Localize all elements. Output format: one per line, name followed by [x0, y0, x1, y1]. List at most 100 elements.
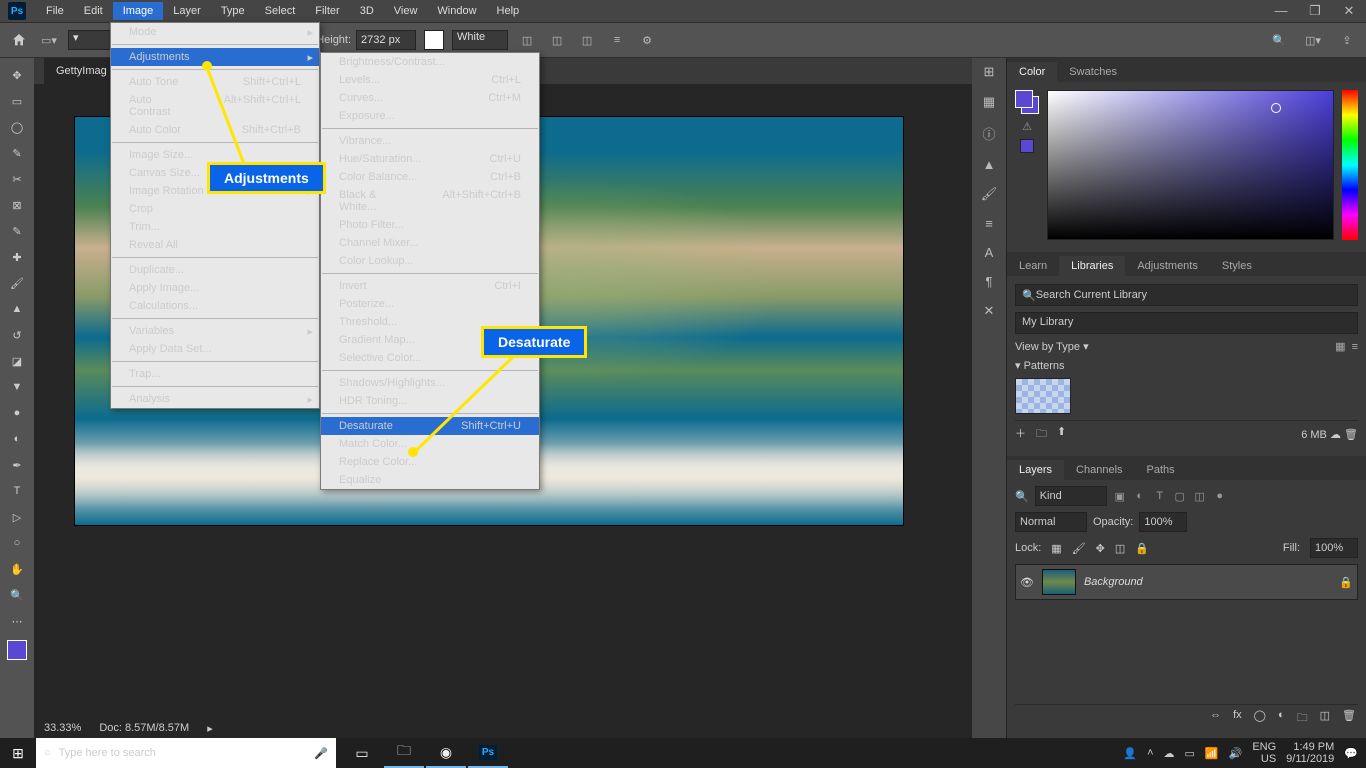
dock-icon-1[interactable]: ⊞ [984, 64, 995, 80]
tab-learn[interactable]: Learn [1007, 256, 1059, 276]
tab-adjustments[interactable]: Adjustments [1125, 256, 1210, 276]
edit-toolbar[interactable]: ⋯ [2, 608, 32, 634]
tab-libraries[interactable]: Libraries [1059, 256, 1125, 276]
adj-layer-icon[interactable]: ◐ [1278, 709, 1285, 728]
taskbar-chrome[interactable]: ◉ [426, 738, 466, 768]
layer-row[interactable]: 👁 Background 🔒 [1015, 564, 1358, 600]
tab-paths[interactable]: Paths [1135, 460, 1187, 480]
tray-notifications-icon[interactable]: 💬 [1344, 747, 1358, 760]
tray-people-icon[interactable]: 👤 [1123, 747, 1137, 760]
taskbar-photoshop[interactable]: Ps [468, 738, 508, 768]
filter-type-icon[interactable]: T [1153, 490, 1167, 502]
menuitem-adjustments[interactable]: Adjustments▸ [111, 48, 319, 66]
menuitem-equalize[interactable]: Equalize [321, 471, 539, 489]
tray-wifi-icon[interactable]: 📶 [1205, 747, 1219, 760]
filter-pixel-icon[interactable]: ▣ [1113, 490, 1127, 503]
menuitem-replace-color[interactable]: Replace Color... [321, 453, 539, 471]
layer-name[interactable]: Background [1084, 576, 1143, 588]
menuitem-duplicate[interactable]: Duplicate... [111, 261, 319, 279]
bg-color-dropdown[interactable]: White [452, 30, 508, 50]
tab-styles[interactable]: Styles [1210, 256, 1264, 276]
lock-pos-icon[interactable]: ✥ [1096, 542, 1105, 555]
share-icon[interactable]: ⇪ [1336, 29, 1358, 51]
folder-icon[interactable]: 🗀 [1036, 425, 1047, 444]
stamp-tool[interactable]: ▲ [2, 296, 32, 322]
lock-pixel-icon[interactable]: 🖌 [1072, 542, 1086, 555]
menuitem-hdr-toning[interactable]: HDR Toning... [321, 392, 539, 410]
dock-icon-7[interactable]: A [985, 245, 994, 260]
menuitem-levels[interactable]: Levels...Ctrl+L [321, 71, 539, 89]
tool-preset-dropdown[interactable]: ▭▾ [38, 29, 60, 51]
tray-battery-icon[interactable]: ▭ [1185, 747, 1195, 760]
filter-smart-icon[interactable]: ◫ [1193, 490, 1207, 503]
delete-layer-icon[interactable]: 🗑 [1342, 709, 1356, 728]
menu-3d[interactable]: 3D [350, 2, 384, 20]
fx-icon[interactable]: fx [1233, 709, 1242, 728]
type-tool[interactable]: T [2, 478, 32, 504]
pattern-thumb[interactable] [1015, 378, 1071, 414]
search-icon[interactable]: 🔍 [1268, 29, 1290, 51]
taskbar-explorer[interactable]: 🗀 [384, 738, 424, 768]
visibility-icon[interactable]: 👁 [1020, 576, 1034, 589]
dodge-tool[interactable]: ◐ [2, 426, 32, 452]
dock-icon-5[interactable]: 🖌 [981, 186, 998, 202]
menuitem-crop[interactable]: Crop [111, 200, 319, 218]
blur-tool[interactable]: ● [2, 400, 32, 426]
add-icon[interactable]: ＋ [1015, 425, 1026, 444]
menuitem-apply-image[interactable]: Apply Image... [111, 279, 319, 297]
tray-lang[interactable]: ENGUS [1252, 741, 1276, 765]
menu-layer[interactable]: Layer [163, 2, 211, 20]
menuitem-color-balance[interactable]: Color Balance...Ctrl+B [321, 168, 539, 186]
menuitem-posterize[interactable]: Posterize... [321, 295, 539, 313]
library-dropdown[interactable]: My Library [1015, 312, 1358, 334]
crop-tool[interactable]: ✂ [2, 166, 32, 192]
grid-view-icon[interactable]: ▦ [1335, 341, 1345, 353]
menuitem-color-lookup[interactable]: Color Lookup... [321, 252, 539, 270]
color-picker[interactable] [1047, 90, 1334, 240]
menu-image[interactable]: Image [113, 2, 164, 20]
tab-color[interactable]: Color [1007, 62, 1057, 82]
filter-adjust-icon[interactable]: ◐ [1133, 490, 1147, 502]
tray-volume-icon[interactable]: 🔊 [1229, 747, 1243, 760]
tray-clock[interactable]: 1:49 PM9/11/2019 [1286, 741, 1334, 765]
quick-select-tool[interactable]: ✎ [2, 140, 32, 166]
workspace-icon[interactable]: ◫▾ [1302, 29, 1324, 51]
dock-icon-6[interactable]: ≡ [985, 216, 993, 231]
list-view-icon[interactable]: ≡ [1352, 341, 1358, 353]
close-button[interactable]: ✕ [1332, 3, 1366, 19]
tray-onedrive-icon[interactable]: ☁ [1164, 747, 1175, 760]
mic-icon[interactable]: 🎤 [314, 747, 328, 760]
menuitem-reveal-all[interactable]: Reveal All [111, 236, 319, 254]
lock-all-icon[interactable]: 🔒 [1135, 542, 1149, 555]
filter-search-icon[interactable]: 🔍 [1015, 490, 1029, 503]
brush-tool[interactable]: 🖌 [2, 270, 32, 296]
nearest-color[interactable] [1020, 139, 1034, 153]
blend-mode[interactable] [1015, 512, 1087, 532]
layer-thumbnail[interactable] [1042, 569, 1076, 595]
menuitem-auto-contrast[interactable]: Auto ContrastAlt+Shift+Ctrl+L [111, 91, 319, 121]
filter-toggle[interactable]: ● [1213, 490, 1227, 502]
taskbar-search[interactable]: ○ Type here to search 🎤 [36, 738, 336, 768]
menu-view[interactable]: View [384, 2, 428, 20]
history-brush-tool[interactable]: ↺ [2, 322, 32, 348]
menuitem-channel-mixer[interactable]: Channel Mixer... [321, 234, 539, 252]
menuitem-auto-color[interactable]: Auto ColorShift+Ctrl+B [111, 121, 319, 139]
trash-icon[interactable]: 🗑 [1344, 429, 1358, 441]
path-select-tool[interactable]: ▷ [2, 504, 32, 530]
menuitem-mode[interactable]: Mode▸ [111, 23, 319, 41]
maximize-button[interactable]: ❐ [1298, 3, 1332, 19]
menuitem-shadows-highlights[interactable]: Shadows/Highlights... [321, 374, 539, 392]
menuitem-hue-saturation[interactable]: Hue/Saturation...Ctrl+U [321, 150, 539, 168]
menuitem-invert[interactable]: InvertCtrl+I [321, 277, 539, 295]
fill-input[interactable] [1310, 538, 1358, 558]
view-by-type[interactable]: View by Type ▾ [1015, 340, 1089, 353]
menu-window[interactable]: Window [427, 2, 486, 20]
zoom-level[interactable]: 33.33% [44, 722, 81, 734]
menuitem-trim[interactable]: Trim... [111, 218, 319, 236]
menu-filter[interactable]: Filter [305, 2, 349, 20]
menuitem-photo-filter[interactable]: Photo Filter... [321, 216, 539, 234]
hand-tool[interactable]: ✋ [2, 556, 32, 582]
eyedropper-tool[interactable]: ✎ [2, 218, 32, 244]
hue-slider[interactable] [1342, 90, 1358, 240]
lasso-tool[interactable]: ◯ [2, 114, 32, 140]
